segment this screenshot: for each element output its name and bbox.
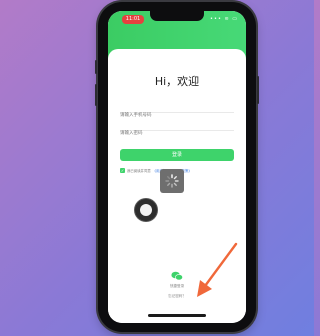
spinner-icon bbox=[165, 174, 179, 188]
login-card: Hi，欢迎 登录 ✓ 我已阅读并同意 《用户协议》《隐私政策》 bbox=[108, 49, 246, 323]
password-input[interactable] bbox=[120, 128, 234, 139]
agreement-text: 我已阅读并同意 bbox=[127, 168, 151, 173]
side-button-right bbox=[257, 76, 259, 104]
side-button-left-1 bbox=[95, 60, 97, 74]
forgot-password-link[interactable]: 忘记密码？ bbox=[108, 294, 246, 299]
login-button[interactable]: 登录 bbox=[120, 149, 234, 161]
notch bbox=[150, 11, 204, 21]
side-button-left-2 bbox=[95, 84, 97, 106]
assistive-touch-inner bbox=[140, 204, 152, 216]
agreement-checkbox[interactable]: ✓ bbox=[120, 167, 125, 173]
loading-overlay bbox=[160, 169, 184, 193]
account-field[interactable] bbox=[120, 101, 234, 121]
password-field[interactable] bbox=[120, 119, 234, 139]
phone-frame: 11:01 ••• ≋ ▭ Hi，欢迎 登录 ✓ 我已阅读并同意 《用户协议》《… bbox=[95, 2, 259, 332]
home-indicator[interactable] bbox=[148, 314, 206, 317]
assistive-touch-icon[interactable] bbox=[135, 199, 157, 221]
status-icons: ••• ≋ ▭ bbox=[210, 16, 238, 22]
status-time: 11:01 bbox=[122, 15, 144, 24]
greeting-title: Hi，欢迎 bbox=[154, 75, 200, 88]
phone-screen: 11:01 ••• ≋ ▭ Hi，欢迎 登录 ✓ 我已阅读并同意 《用户协议》《… bbox=[108, 11, 246, 323]
quick-login-label: 快捷登录 bbox=[169, 284, 185, 288]
wechat-icon[interactable] bbox=[171, 271, 183, 281]
